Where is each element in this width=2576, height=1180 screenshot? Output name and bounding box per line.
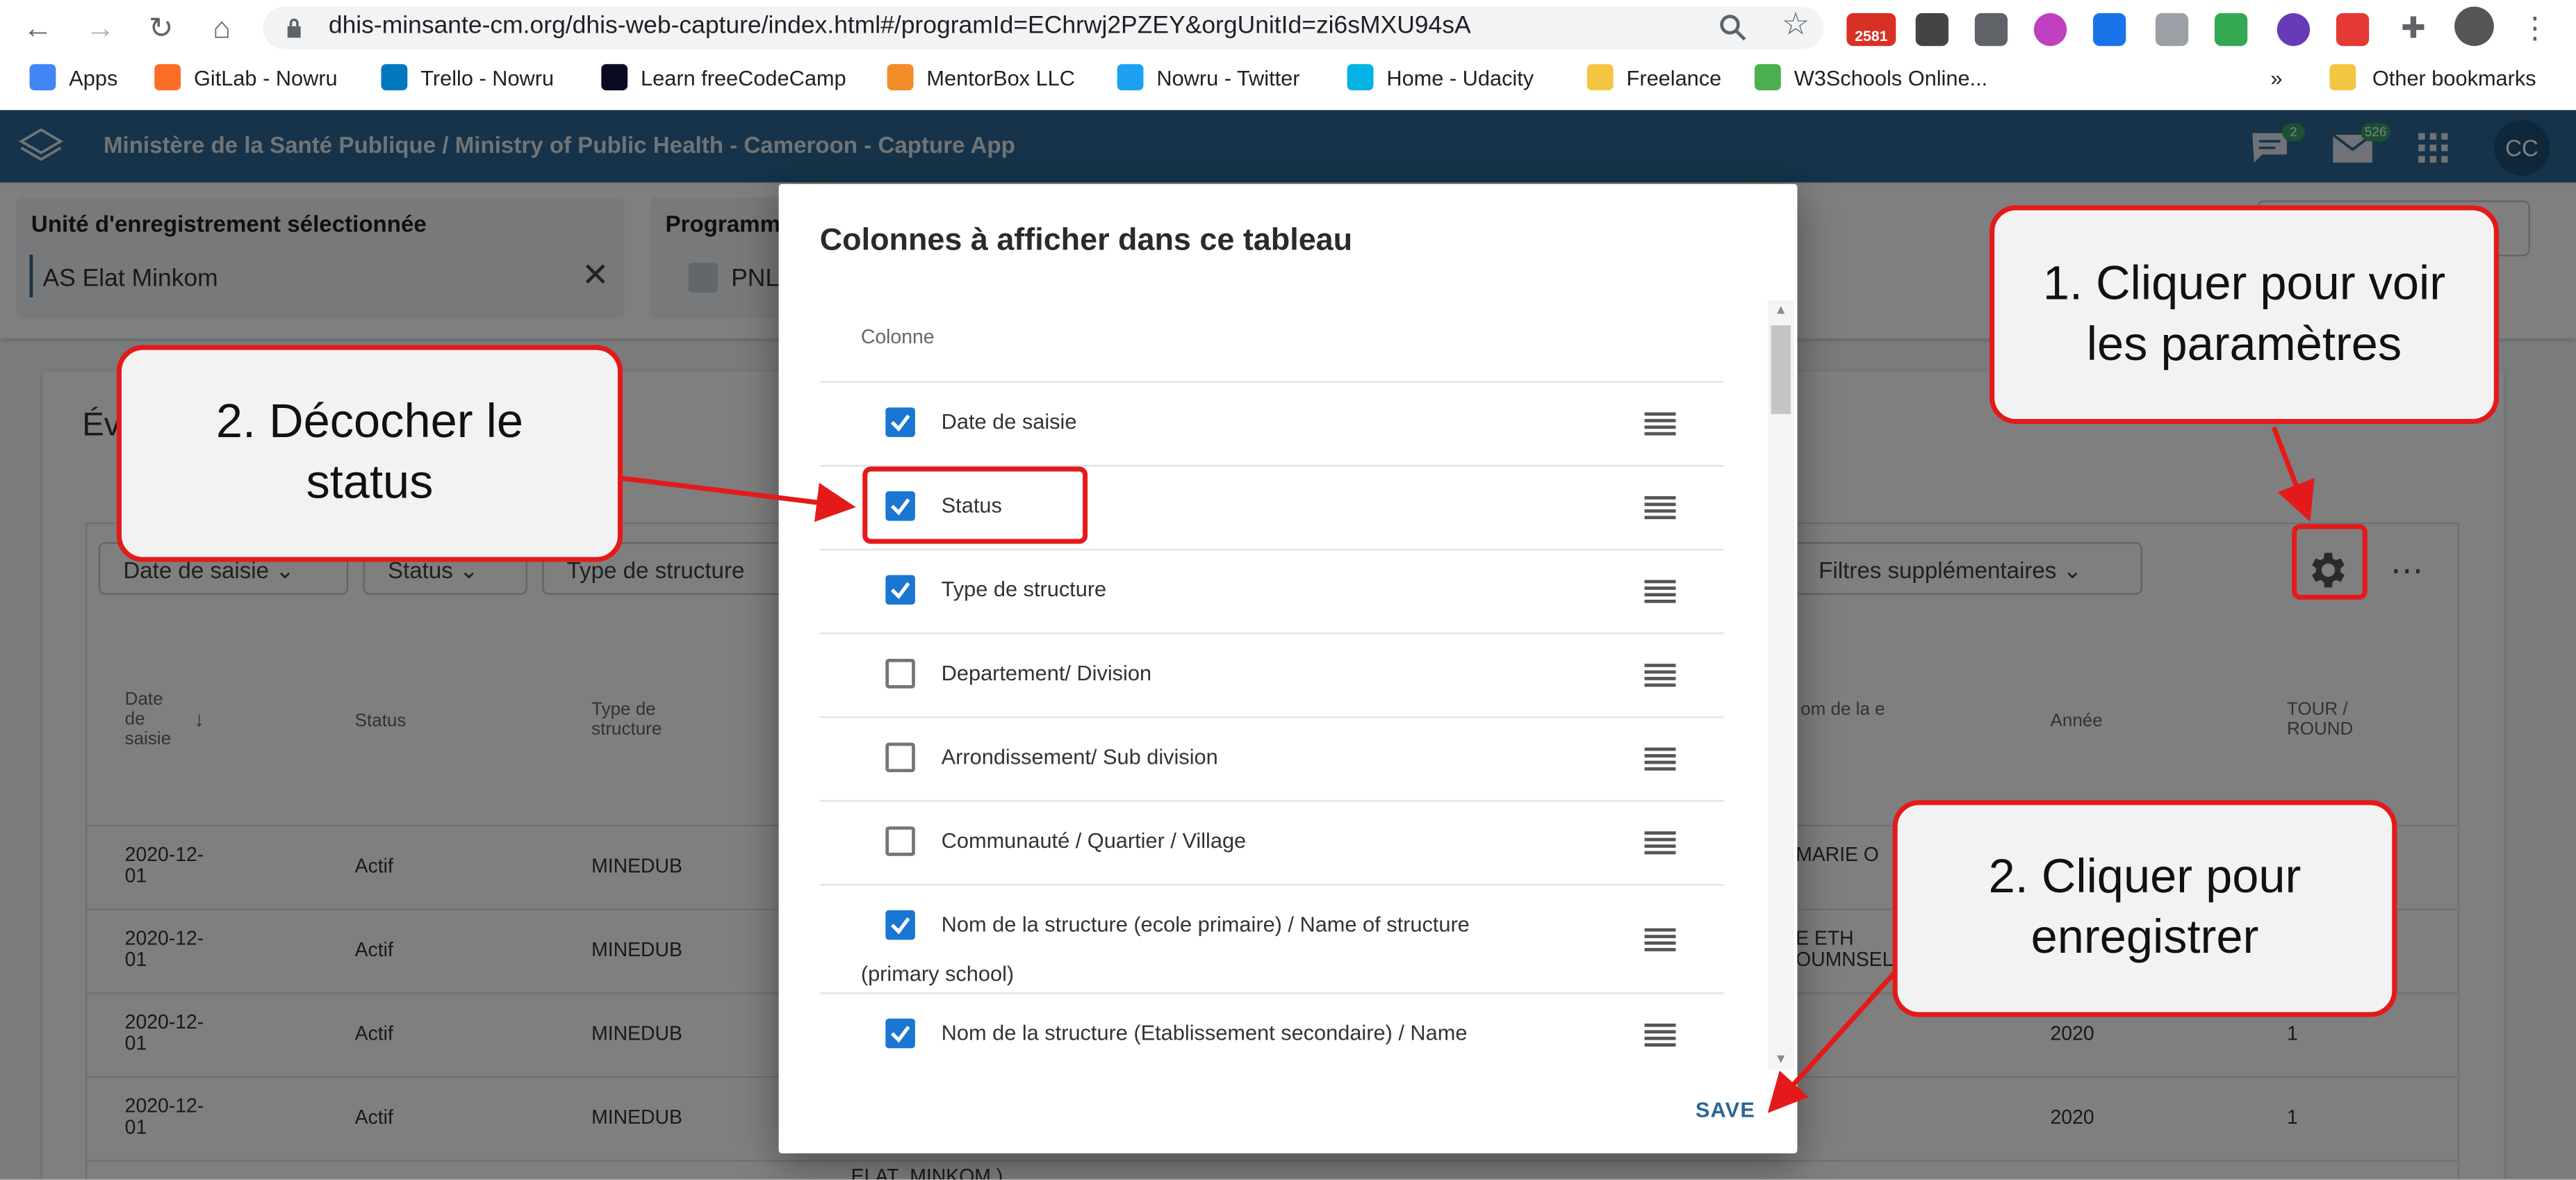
callout-click-save: 2. Cliquer pour enregistrer [1892, 800, 2397, 1017]
callout-open-settings: 1. Cliquer pour voir les paramètres [1990, 205, 2499, 424]
arrow-to-save [1767, 967, 1900, 1113]
arrow-to-gear [2271, 426, 2315, 522]
screenshot-stage: ← → ↻ ⌂ dhis-minsante-cm.org/dhis-web-ca… [0, 0, 2576, 1180]
arrow-to-status [621, 475, 856, 523]
callout-uncheck-status: 2. Décocher le status [116, 345, 623, 562]
